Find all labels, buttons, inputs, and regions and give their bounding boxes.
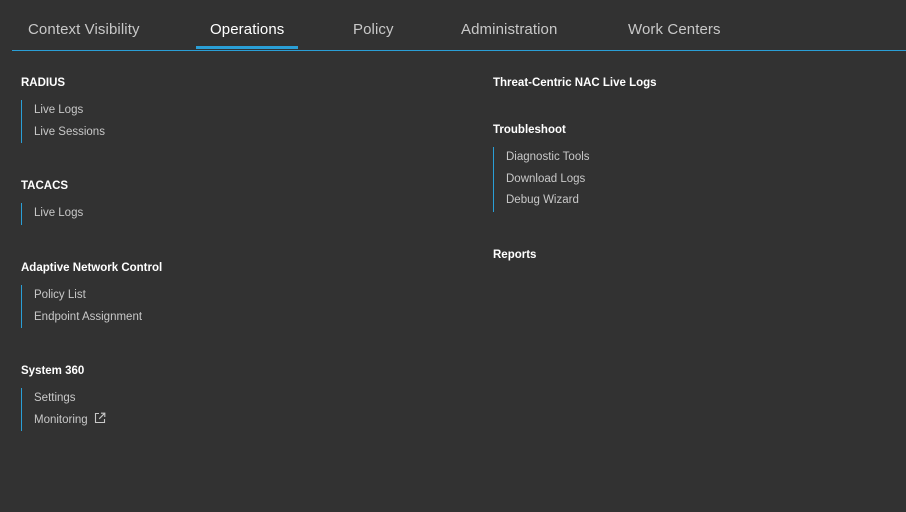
menu-section-anc: Adaptive Network Control Policy List End… — [21, 262, 441, 328]
monitoring-label: Monitoring — [34, 413, 88, 426]
menu-link-threat-centric-nac-live-logs[interactable]: Threat-Centric NAC Live Logs — [493, 77, 906, 89]
menu-item-monitoring[interactable]: Monitoring — [22, 410, 106, 432]
active-tab-indicator — [196, 46, 298, 49]
menu-link-reports[interactable]: Reports — [493, 249, 906, 261]
menu-section-troubleshoot: Troubleshoot Diagnostic Tools Download L… — [493, 124, 906, 212]
tab-context-visibility[interactable]: Context Visibility — [28, 21, 140, 38]
system-360-items: Settings Monitoring — [21, 388, 106, 431]
menu-item-radius-live-logs[interactable]: Live Logs — [22, 100, 105, 122]
tab-administration[interactable]: Administration — [461, 21, 557, 38]
section-title-tacacs: TACACS — [21, 180, 69, 192]
menu-section-reports: Reports — [493, 249, 906, 261]
menu-item-tacacs-live-logs[interactable]: Live Logs — [22, 203, 83, 225]
tab-work-centers[interactable]: Work Centers — [628, 21, 721, 38]
menu-item-debug-wizard[interactable]: Debug Wizard — [494, 190, 590, 212]
tab-operations[interactable]: Operations — [210, 21, 284, 38]
menu-section-threat-centric: Threat-Centric NAC Live Logs — [493, 77, 906, 89]
menu-item-radius-live-sessions[interactable]: Live Sessions — [22, 122, 105, 144]
menu-section-radius: RADIUS Live Logs Live Sessions — [21, 77, 441, 143]
menu-section-tacacs: TACACS Live Logs — [21, 180, 441, 225]
top-nav-bar: Context Visibility Operations Policy Adm… — [12, 0, 906, 51]
menu-item-policy-list[interactable]: Policy List — [22, 285, 142, 307]
section-title-radius: RADIUS — [21, 77, 66, 89]
tab-policy[interactable]: Policy — [353, 21, 394, 38]
menu-item-endpoint-assignment[interactable]: Endpoint Assignment — [22, 307, 142, 329]
anc-items: Policy List Endpoint Assignment — [21, 285, 142, 328]
menu-section-system-360: System 360 Settings Monitoring — [21, 365, 441, 431]
tacacs-items: Live Logs — [21, 203, 83, 225]
external-link-icon — [94, 412, 106, 423]
menu-item-download-logs[interactable]: Download Logs — [494, 169, 590, 191]
radius-items: Live Logs Live Sessions — [21, 100, 105, 143]
section-title-adaptive-network-control: Adaptive Network Control — [21, 262, 163, 274]
troubleshoot-items: Diagnostic Tools Download Logs Debug Wiz… — [493, 147, 590, 212]
menu-item-settings[interactable]: Settings — [22, 388, 106, 410]
section-title-troubleshoot: Troubleshoot — [493, 124, 566, 136]
section-title-system-360: System 360 — [21, 365, 85, 377]
menu-item-diagnostic-tools[interactable]: Diagnostic Tools — [494, 147, 590, 169]
